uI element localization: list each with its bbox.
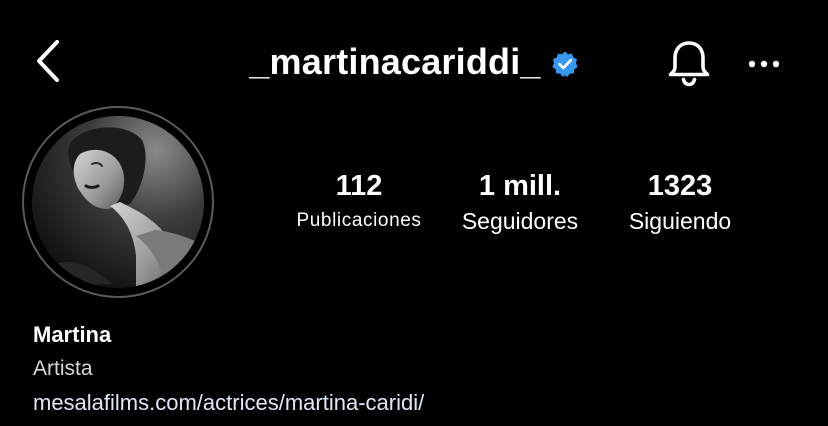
more-dots-icon bbox=[748, 60, 780, 68]
followers-label: Seguidores bbox=[461, 208, 579, 234]
display-name: Martina bbox=[33, 322, 112, 347]
following-value: 1323 bbox=[647, 170, 713, 202]
bell-icon bbox=[668, 41, 710, 87]
category-label: Artista bbox=[33, 357, 93, 380]
posts-count[interactable]: 112 Publicaciones bbox=[284, 168, 434, 236]
followers-value: 1 mill. bbox=[478, 170, 562, 202]
profile-avatar[interactable] bbox=[22, 106, 214, 298]
posts-label: Publicaciones bbox=[296, 210, 422, 231]
profile-bio: Martina Artista mesalafilms.com/actrices… bbox=[33, 320, 813, 418]
following-count[interactable]: 1323 Siguiendo bbox=[610, 168, 750, 236]
website-link[interactable]: mesalafilms.com/actrices/martina-caridi/ bbox=[33, 388, 813, 418]
avatar-photo bbox=[32, 116, 204, 288]
posts-value: 112 bbox=[335, 170, 383, 202]
verified-badge-icon bbox=[551, 50, 579, 78]
following-label: Siguiendo bbox=[628, 208, 732, 234]
more-options-button[interactable] bbox=[740, 44, 788, 84]
followers-count[interactable]: 1 mill. Seguidores bbox=[447, 168, 593, 236]
notifications-button[interactable] bbox=[664, 38, 714, 88]
username: _martinacariddi_ bbox=[249, 41, 541, 82]
